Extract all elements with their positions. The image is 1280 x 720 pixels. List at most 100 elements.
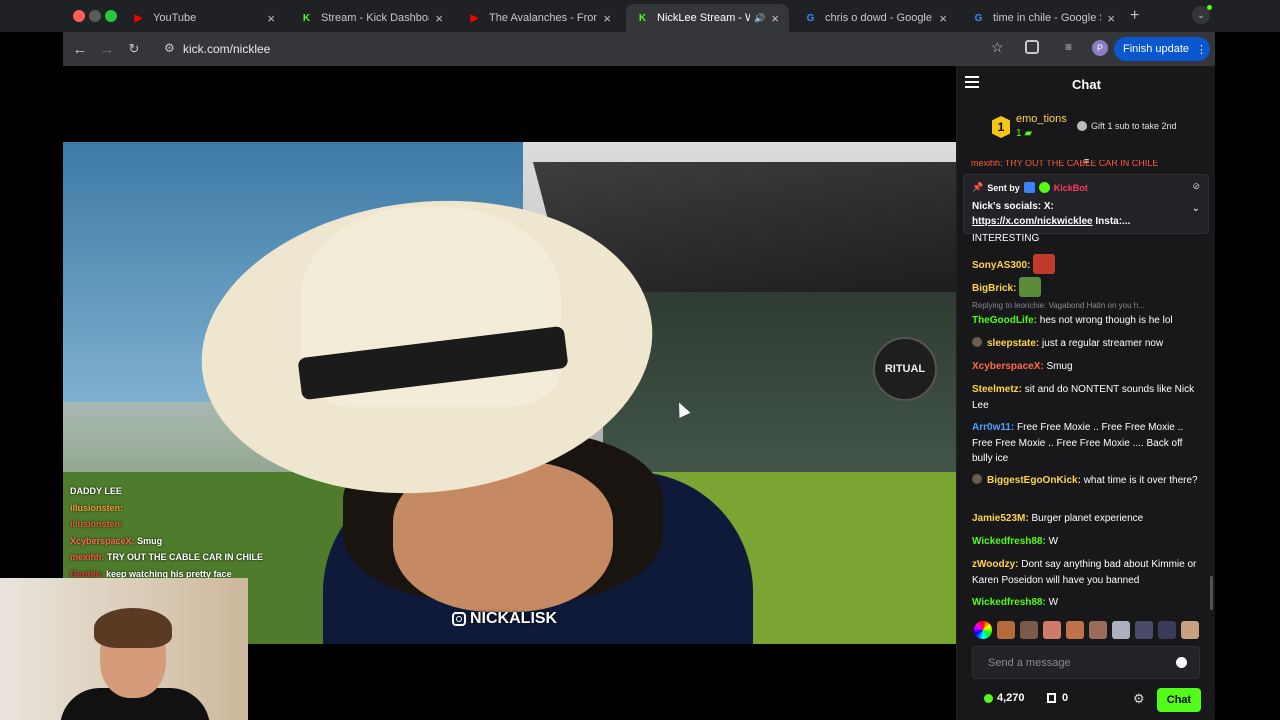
chat-username[interactable]: TheGoodLife: (972, 315, 1037, 326)
chat-username[interactable]: BigBrick: (972, 283, 1016, 294)
tab-close-icon[interactable]: × (771, 11, 779, 26)
gift-leader-username[interactable]: emo_tions (1016, 113, 1067, 125)
overlay-chat-line: mexihh: TRY OUT THE CABLE CAR IN CHILE (70, 549, 263, 566)
reload-icon[interactable]: ↻ (124, 39, 144, 59)
tab-close-icon[interactable]: × (267, 11, 275, 26)
emote-icon[interactable] (1112, 621, 1130, 639)
hide-pinned-icon[interactable]: ⊘ (1192, 181, 1200, 192)
chat-footer: 4,270 0 ⚙ Chat (957, 686, 1216, 716)
chat-username[interactable]: SonyAS300: (972, 260, 1030, 271)
chat-username[interactable]: Arr0w11: (972, 422, 1014, 433)
verified-badge-icon (1038, 182, 1050, 193)
chat-settings-gear-icon[interactable]: ⚙ (1133, 691, 1145, 707)
tab-title: The Avalanches - Frontier (489, 12, 598, 24)
user-badge-icon (972, 337, 982, 347)
site-info-icon[interactable]: ⚙ (164, 41, 175, 55)
collapse-chat-icon[interactable] (965, 76, 979, 88)
chat-text: hes not wrong though is he lol (1039, 315, 1173, 326)
bookmark-star-icon[interactable]: ☆ (991, 39, 1004, 56)
tab-favicon-icon: K (638, 12, 647, 24)
overlay-chat-user: illusionsten: (70, 502, 124, 513)
tab-close-icon[interactable]: × (435, 11, 443, 26)
emoji-picker-icon[interactable] (1176, 657, 1187, 668)
tab-1[interactable]: K Stream - Kick Dashboard × (290, 4, 453, 32)
overlay-chat-text: Smug (137, 535, 163, 546)
finish-update-button[interactable]: Finish update ⋮ (1114, 37, 1210, 61)
browser-toolbar: ← → ↻ ⚙ kick.com/nicklee ☆ ≡ P Finish up… (63, 32, 1215, 66)
instagram-watermark: NICKALISK (452, 610, 557, 628)
emote-icon[interactable] (1043, 621, 1061, 639)
gift-count: 1 ▰ (1016, 128, 1032, 139)
chat-username[interactable]: BiggestEgoOnKick: (987, 475, 1081, 486)
chat-message: BiggestEgoOnKick: what time is it over t… (972, 473, 1202, 489)
gift-sub-cta[interactable]: Gift 1 sub to take 2nd (1077, 121, 1177, 131)
back-icon[interactable]: ← (70, 39, 90, 59)
tab-5[interactable]: Gtime in chile - Google Se × (962, 4, 1125, 32)
chat-text: Burger planet experience (1031, 513, 1144, 524)
reply-context[interactable]: Replying to leorichie: Vagabond Hatin on… (972, 301, 1202, 310)
close-window-button[interactable] (73, 10, 85, 22)
overlay-chat-user: Gentile: (70, 568, 104, 579)
chat-message: INTERESTING (972, 231, 1202, 247)
emote-rainbow-icon[interactable] (974, 621, 992, 639)
chat-message: Arr0w11: Free Free Moxie .. Free Free Mo… (972, 420, 1202, 467)
chat-username[interactable]: zWoodzy: (972, 559, 1018, 570)
tab-close-icon[interactable]: × (939, 11, 947, 26)
chat-emote-icon (1033, 254, 1056, 274)
overlay-chat-user: mexihh: (70, 552, 105, 562)
extensions-icon[interactable] (1025, 40, 1039, 54)
channel-points[interactable]: 4,270 (984, 692, 1025, 704)
tab-title: chris o dowd - Google Se (825, 12, 933, 24)
new-tab-button[interactable]: + (1130, 7, 1139, 25)
tab-close-icon[interactable]: × (603, 11, 611, 26)
tab-audio-icon[interactable]: 🔊 (754, 13, 765, 24)
emote-icon[interactable] (1181, 621, 1199, 639)
more-vert-icon: ⋮ (1196, 43, 1208, 56)
chat-text: W (1048, 597, 1059, 608)
watermark-handle: NICKALISK (470, 610, 558, 627)
pinned-message[interactable]: 📌 Sent by KickBot ⊘ Nick's socials: X: h… (963, 174, 1209, 234)
gift-leaderboard[interactable]: 1 emo_tions 1 ▰ Gift 1 sub to take 2nd (957, 106, 1216, 154)
gift-count-value: 1 (1016, 128, 1022, 139)
tab-3[interactable]: K NickLee Stream - Wat 🔊 × (626, 4, 789, 32)
chat-emote-icon (1019, 277, 1042, 297)
drops-counter[interactable]: 0 (1047, 692, 1068, 704)
chat-message: Steelmetz: sit and do NONTENT sounds lik… (972, 382, 1202, 413)
media-controls-icon[interactable]: ≡ (1065, 40, 1072, 54)
chat-message-input[interactable]: Send a message (972, 646, 1200, 679)
overlay-chat-line: illusionsten: (70, 500, 263, 517)
chat-scrollbar[interactable] (1210, 576, 1213, 610)
chevron-down-icon[interactable]: ⌄ (1192, 203, 1200, 214)
chat-message: Wickedfresh88: W (972, 534, 1202, 550)
overlay-chat-line: illusionsten: (70, 516, 263, 533)
emote-icon[interactable] (1020, 621, 1038, 639)
tab-0[interactable]: ▶ YouTube × (122, 4, 285, 32)
chat-username[interactable]: sleepstate: (987, 338, 1039, 349)
chat-username[interactable]: XcyberspaceX: (972, 361, 1044, 372)
url-text[interactable]: kick.com/nicklee (183, 42, 270, 56)
chat-username[interactable]: Wickedfresh88: (972, 597, 1046, 608)
send-chat-button[interactable]: Chat (1157, 688, 1201, 712)
emote-icon[interactable] (1089, 621, 1107, 639)
fullscreen-window-button[interactable] (105, 10, 117, 22)
forward-icon[interactable]: → (97, 39, 117, 59)
tab-close-icon[interactable]: × (1107, 11, 1115, 26)
pinned-link[interactable]: https://x.com/nickwicklee (972, 216, 1093, 227)
chat-text: Smug (1046, 361, 1073, 372)
tab-title: YouTube (153, 12, 197, 24)
emote-icon[interactable] (1066, 621, 1084, 639)
minimize-window-button[interactable] (89, 10, 101, 22)
bot-username[interactable]: KickBot (1054, 183, 1088, 193)
tab-4[interactable]: Gchris o dowd - Google Se × (794, 4, 957, 32)
emote-icon[interactable] (1158, 621, 1176, 639)
emote-icon[interactable] (1135, 621, 1153, 639)
overlay-chat-text: DADDY LEE (70, 486, 122, 496)
address-bar[interactable]: ⚙ kick.com/nicklee ☆ (155, 35, 1140, 63)
profile-avatar[interactable]: P (1092, 40, 1108, 56)
chat-username[interactable]: Wickedfresh88: (972, 536, 1046, 547)
chat-username[interactable]: Steelmetz: (972, 384, 1022, 395)
chat-username[interactable]: Jamie523M: (972, 513, 1029, 524)
emote-icon[interactable] (997, 621, 1015, 639)
tab-2[interactable]: ▶ The Avalanches - Frontier × (458, 4, 621, 32)
notification-dot (1207, 5, 1212, 10)
